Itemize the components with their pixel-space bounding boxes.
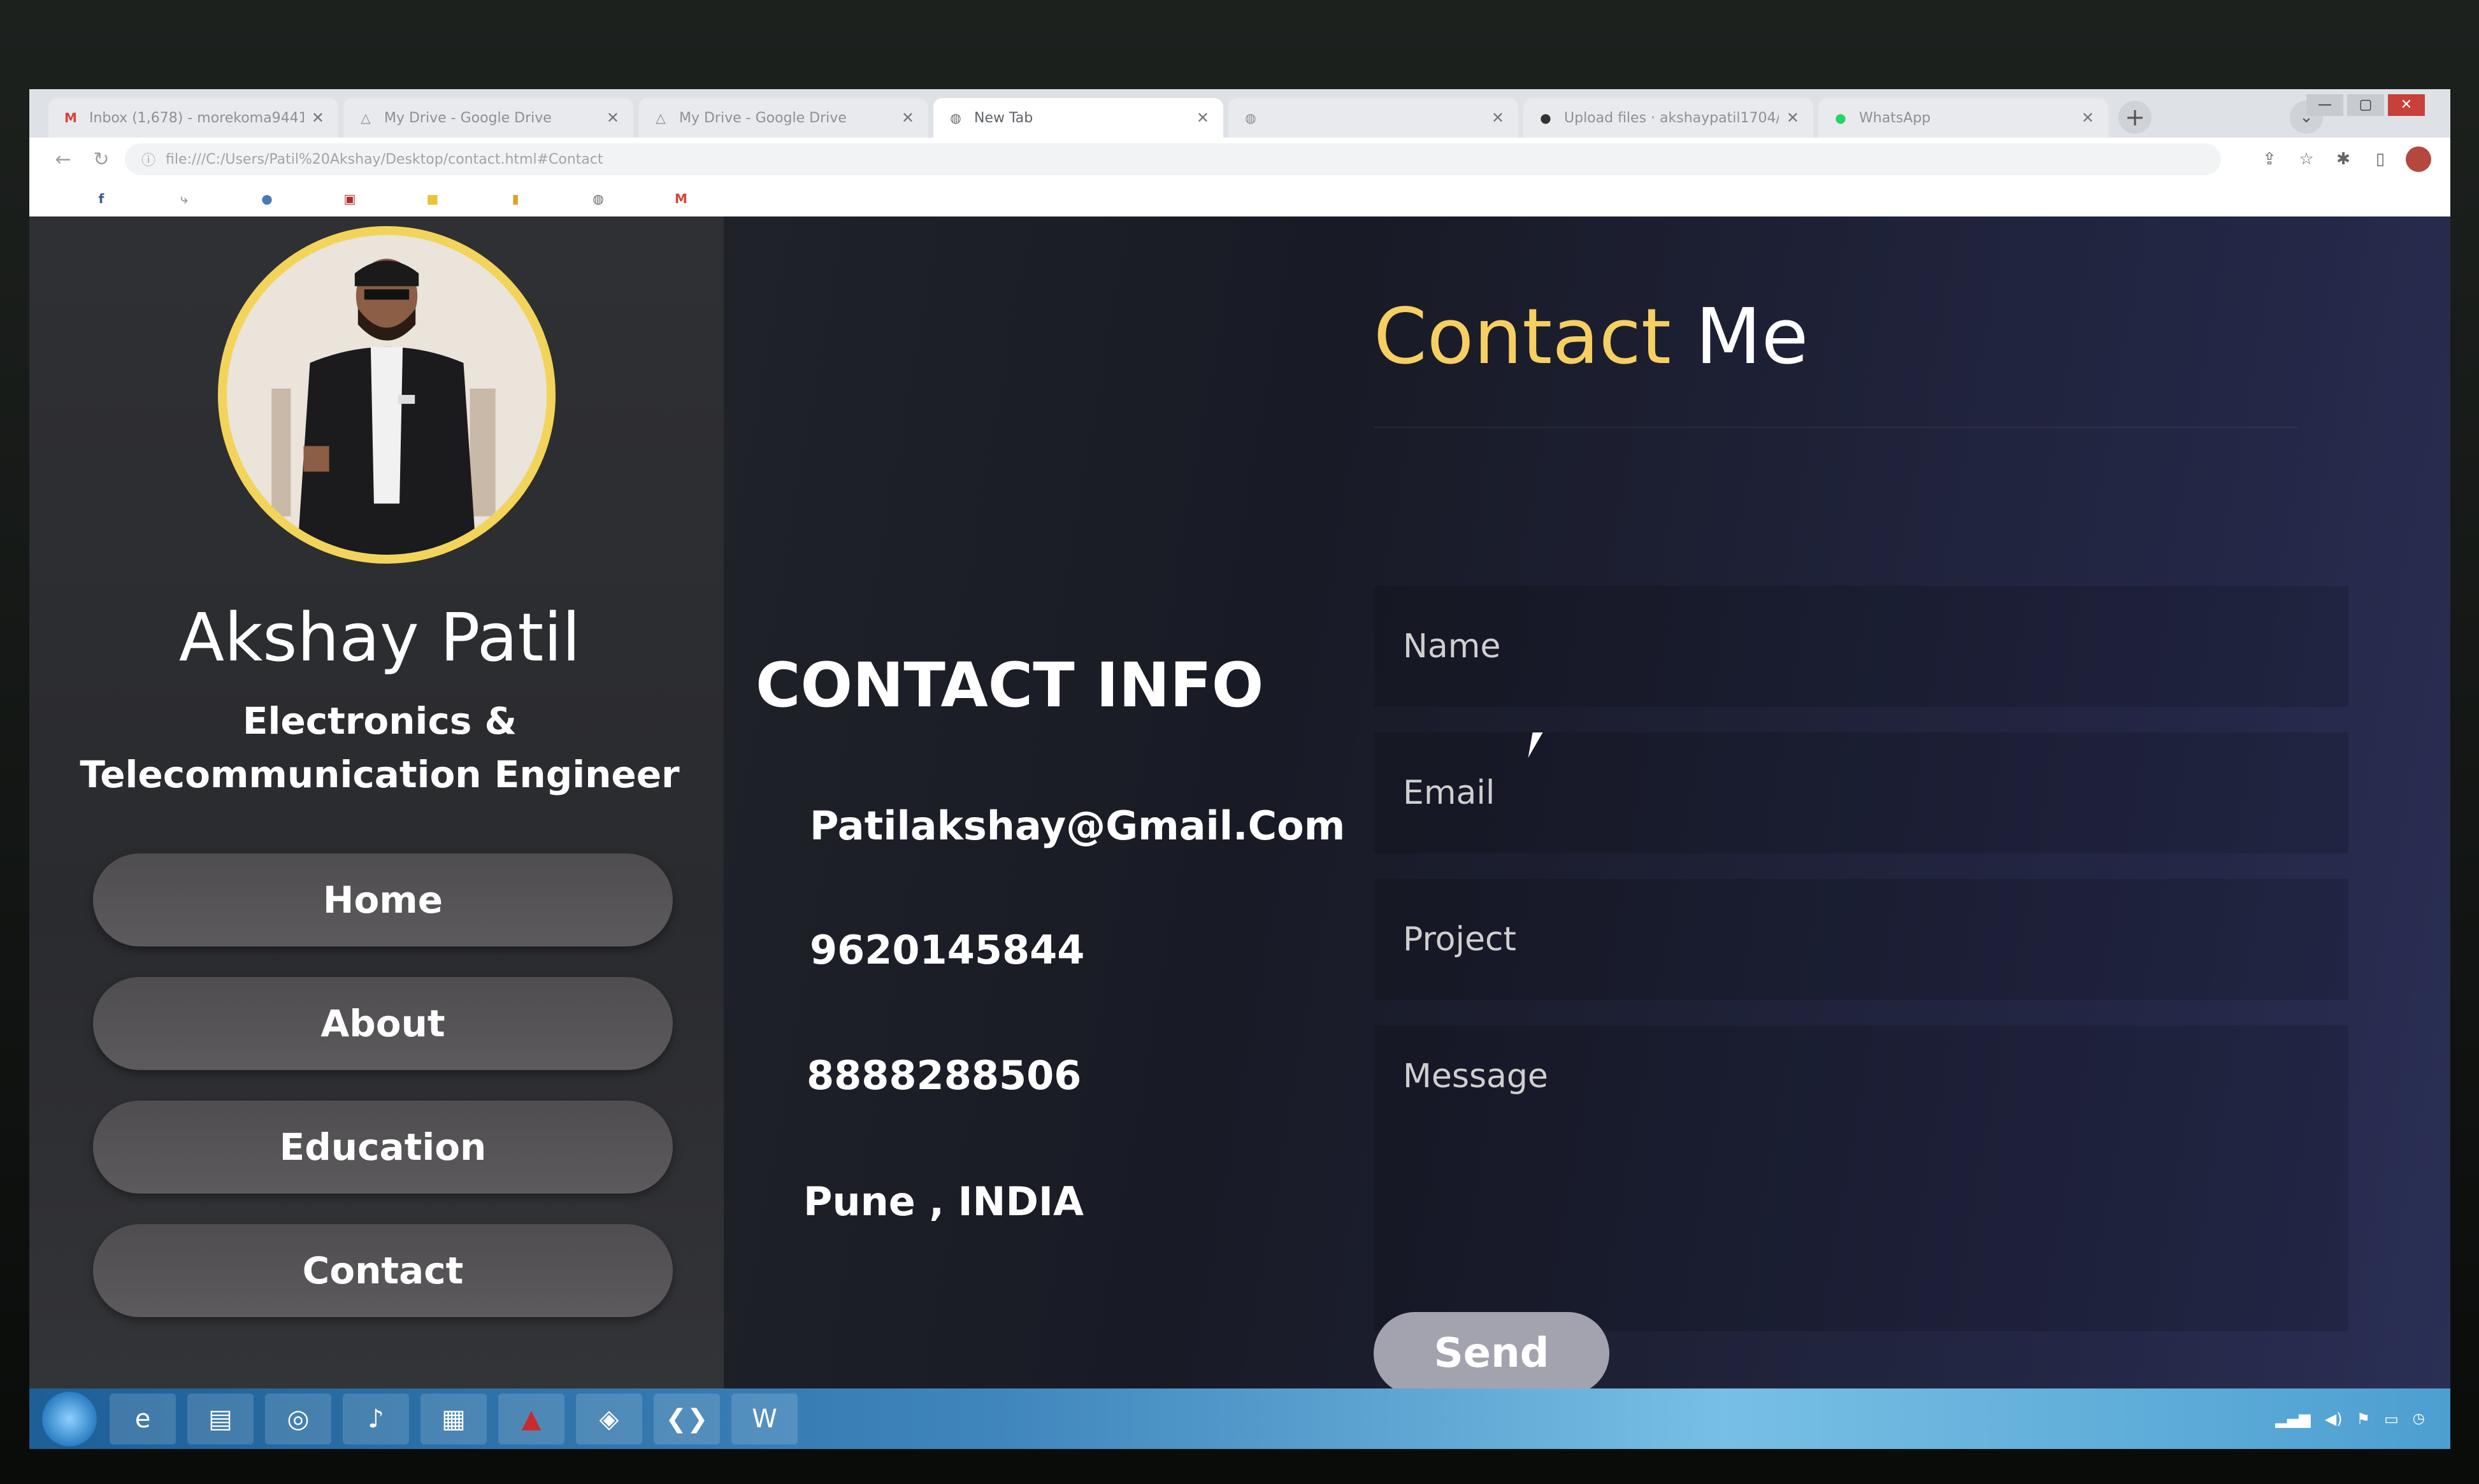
flag-icon[interactable]: ⚑ (2357, 1410, 2371, 1428)
minimize-icon[interactable]: — (2306, 94, 2343, 116)
browser-tab[interactable]: ● WhatsApp ✕ (1818, 98, 2108, 138)
taskbar-chrome-icon[interactable]: ◎ (265, 1393, 331, 1445)
drive-icon: △ (656, 110, 666, 125)
address-bar[interactable]: ⓘ file:///C:/Users/Patil%20Akshay/Deskto… (125, 143, 2221, 175)
extensions-icon[interactable]: ✱ (2329, 145, 2357, 173)
close-tab-icon[interactable]: ✕ (1491, 109, 1504, 127)
new-tab-button[interactable]: + (2118, 101, 2152, 134)
bookmarks-bar: f ⤷ ● ▣ ■ ▮ ◍ M (29, 181, 2450, 217)
sidepanel-icon[interactable]: ▯ (2366, 145, 2394, 173)
profile-name: Akshay Patil (178, 599, 581, 676)
browser-toolbar: ← ↻ ⓘ file:///C:/Users/Patil%20Akshay/De… (29, 138, 2450, 181)
name-input[interactable] (1374, 586, 2348, 707)
browser-tab-bar: M Inbox (1,678) - morekoma9441@ ✕ △ My D… (29, 89, 2450, 138)
globe-icon: ◍ (1245, 110, 1256, 125)
close-tab-icon[interactable]: ✕ (1196, 109, 1209, 127)
close-tab-icon[interactable]: ✕ (312, 109, 324, 127)
taskbar-word-icon[interactable]: W (731, 1393, 798, 1445)
contact-location: Pune , INDIA (803, 1178, 1084, 1225)
volume-icon[interactable]: ◀) (2325, 1410, 2343, 1428)
system-tray: ▂▄▆ ◀) ⚑ ▭ ◷ (2275, 1388, 2425, 1449)
bookmark-item[interactable]: ⤷ (176, 190, 201, 207)
github-icon: ● (1540, 110, 1551, 125)
close-tab-icon[interactable]: ✕ (2081, 109, 2094, 127)
contact-title-rest: Me (1695, 293, 1809, 382)
github-icon: ● (261, 190, 273, 206)
nav-home-button[interactable]: Home (93, 853, 673, 946)
gmail-icon: M (675, 190, 687, 206)
address-bar-url: file:///C:/Users/Patil%20Akshay/Desktop/… (166, 151, 603, 168)
info-icon: ⓘ (141, 153, 156, 169)
close-tab-icon[interactable]: ✕ (607, 109, 619, 127)
bookmark-icon: ⤷ (180, 190, 188, 206)
profile-photo (218, 226, 556, 564)
share-icon[interactable]: ⇪ (2255, 145, 2283, 173)
whatsapp-icon: ● (1835, 110, 1846, 125)
monitor-bezel: M Inbox (1,678) - morekoma9441@ ✕ △ My D… (0, 0, 2479, 1484)
windows-taskbar: e ▤ ◎ ♪ ▦ ▲ ◈ ❮❯ W ▂▄▆ ◀) ⚑ ▭ ◷ (29, 1388, 2450, 1449)
maximize-icon[interactable]: ▢ (2347, 94, 2384, 116)
bookmark-github[interactable]: ● (259, 190, 284, 207)
bookmark-star-icon[interactable]: ☆ (2292, 145, 2320, 173)
taskbar-vscode-icon[interactable]: ❮❯ (654, 1393, 720, 1445)
taskbar-ie-icon[interactable]: e (110, 1393, 176, 1445)
browser-tab[interactable]: M Inbox (1,678) - morekoma9441@ ✕ (48, 98, 338, 138)
profile-role: Electronics & Telecommunication Engineer (80, 699, 680, 796)
browser-tab[interactable]: △ My Drive - Google Drive ✕ (343, 98, 633, 138)
contact-email[interactable]: Patilakshay@Gmail.Com (810, 803, 1345, 849)
back-icon[interactable]: ← (48, 145, 78, 174)
taskbar-app-icon[interactable]: ◈ (576, 1393, 642, 1445)
reload-icon[interactable]: ↻ (87, 145, 116, 174)
clock-time-icon: ◷ (2412, 1410, 2425, 1427)
network-icon[interactable]: ▂▄▆ (2275, 1410, 2310, 1428)
title-divider (1374, 427, 2297, 428)
folder-icon: ■ (426, 190, 439, 206)
nav-education-button[interactable]: Education (93, 1101, 673, 1194)
bookmark-facebook[interactable]: f (93, 190, 119, 207)
message-textarea[interactable] (1374, 1025, 2348, 1331)
project-input[interactable] (1374, 879, 2348, 1000)
bookmark-item[interactable]: ▣ (341, 190, 367, 207)
send-button[interactable]: Send (1374, 1312, 1609, 1388)
facebook-icon: f (98, 190, 104, 206)
taskbar-app-icon[interactable]: ▦ (420, 1393, 487, 1445)
battery-icon[interactable]: ▭ (2384, 1410, 2399, 1428)
nav-contact-button[interactable]: Contact (93, 1224, 673, 1317)
browser-tab[interactable]: ◍ ✕ (1228, 98, 1518, 138)
browser-tab-active[interactable]: ◍ New Tab ✕ (933, 98, 1223, 138)
sidebar: Akshay Patil Electronics & Telecommunica… (29, 217, 724, 1388)
portfolio-page: Akshay Patil Electronics & Telecommunica… (29, 217, 2450, 1388)
nav-about-button[interactable]: About (93, 977, 673, 1070)
bookmark-item[interactable]: ■ (424, 190, 450, 207)
close-tab-icon[interactable]: ✕ (902, 109, 914, 127)
contact-title-highlight: Contact (1374, 293, 1671, 382)
taskbar-acrobat-icon[interactable]: ▲ (498, 1393, 564, 1445)
bookmark-item[interactable]: ◍ (590, 190, 615, 207)
person-silhouette-icon (227, 235, 547, 555)
bookmark-item[interactable]: ▮ (507, 190, 533, 207)
window-controls: — ▢ ✕ (2306, 94, 2425, 116)
close-tab-icon[interactable]: ✕ (1786, 109, 1799, 127)
taskbar-media-icon[interactable]: ♪ (343, 1393, 409, 1445)
chart-icon: ▮ (512, 190, 519, 206)
system-clock[interactable]: ◷ (2413, 1410, 2425, 1428)
globe-icon: ◍ (593, 190, 604, 206)
contact-phone-2[interactable]: 8888288506 (807, 1052, 1081, 1099)
profile-avatar[interactable] (2406, 146, 2431, 172)
screen: M Inbox (1,678) - morekoma9441@ ✕ △ My D… (29, 89, 2450, 1449)
news-icon: ▣ (343, 190, 356, 206)
bookmark-gmail[interactable]: M (673, 190, 698, 207)
browser-tab[interactable]: ● Upload files · akshaypatil1704/... ✕ (1523, 98, 1813, 138)
gmail-icon: M (64, 110, 77, 125)
browser-tab[interactable]: △ My Drive - Google Drive ✕ (638, 98, 928, 138)
contact-phone-1[interactable]: 9620145844 (810, 927, 1084, 973)
start-button[interactable] (42, 1391, 97, 1446)
drive-icon: △ (361, 110, 371, 125)
contact-form-title: Contact Me (1374, 293, 1808, 382)
close-window-icon[interactable]: ✕ (2388, 94, 2425, 116)
globe-icon: ◍ (950, 110, 961, 125)
taskbar-explorer-icon[interactable]: ▤ (187, 1393, 254, 1445)
contact-info-title: CONTACT INFO (756, 650, 1264, 721)
email-input[interactable] (1374, 732, 2348, 853)
